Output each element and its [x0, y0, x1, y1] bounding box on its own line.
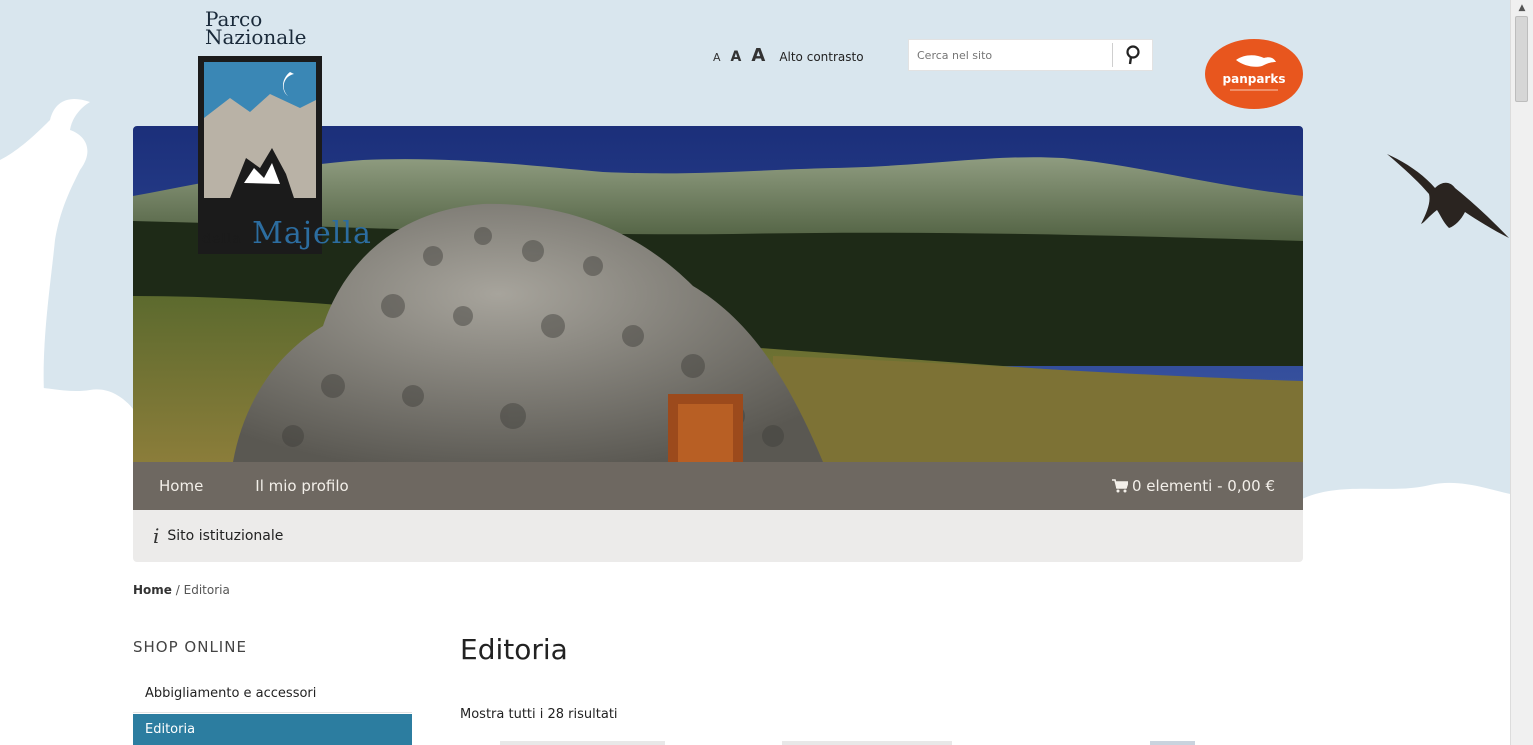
breadcrumb-separator: /	[175, 583, 180, 597]
search-button[interactable]	[1113, 40, 1152, 70]
logo-line-majella: Majella	[252, 216, 372, 251]
cart-icon	[1112, 479, 1128, 493]
search-box	[908, 39, 1153, 71]
high-contrast-link[interactable]: Alto contrasto	[779, 50, 863, 64]
info-icon: i	[153, 524, 160, 548]
logo-line-della: della	[202, 231, 242, 247]
product-thumb-edge	[782, 741, 952, 745]
logo-line-nazionale: Nazionale	[205, 25, 307, 49]
page-background: A A A Alto contrasto panparks	[0, 0, 1533, 745]
logo-majella: della Majella	[202, 216, 372, 251]
product-thumb-edge	[1150, 741, 1195, 745]
font-size-small-button[interactable]: A	[713, 51, 721, 64]
logo-title: Parco Nazionale	[205, 9, 307, 49]
font-size-controls: A A A Alto contrasto	[713, 45, 864, 69]
font-size-large-button[interactable]: A	[751, 45, 765, 66]
sidebar-item-editoria[interactable]: Editoria	[133, 714, 412, 745]
breadcrumb-current: Editoria	[183, 583, 230, 597]
search-icon	[1126, 45, 1140, 65]
sidebar-title: SHOP ONLINE	[133, 638, 247, 656]
main-navbar: Home Il mio profilo 0 elementi - 0,00 €	[133, 462, 1303, 510]
page-scrollbar[interactable]: ▲	[1510, 0, 1533, 745]
chamois-silhouette	[0, 99, 140, 510]
result-count: Mostra tutti i 28 risultati	[460, 707, 618, 722]
eagle-icon	[1387, 154, 1509, 238]
breadcrumb: Home / Editoria	[133, 583, 230, 597]
scrollbar-thumb[interactable]	[1515, 16, 1528, 102]
institutional-site-link[interactable]: Sito istituzionale	[167, 528, 283, 544]
nav-my-profile[interactable]: Il mio profilo	[229, 462, 374, 510]
product-thumb-edge	[500, 741, 665, 745]
cloud-right	[1300, 482, 1515, 530]
cart-summary[interactable]: 0 elementi - 0,00 €	[1112, 477, 1275, 495]
scroll-up-arrow-icon[interactable]: ▲	[1516, 2, 1528, 14]
sidebar-item-abbigliamento[interactable]: Abbigliamento e accessori	[133, 675, 412, 713]
font-size-medium-button[interactable]: A	[731, 49, 742, 65]
panparks-logo[interactable]: panparks	[1204, 38, 1304, 110]
nav-home[interactable]: Home	[133, 462, 229, 510]
cart-label: 0 elementi - 0,00 €	[1132, 477, 1275, 495]
sub-navbar: i Sito istituzionale	[133, 510, 1303, 562]
search-input[interactable]	[909, 40, 1113, 70]
breadcrumb-home[interactable]: Home	[133, 583, 172, 597]
page-title: Editoria	[460, 633, 568, 666]
panparks-wordmark: panparks	[1223, 72, 1286, 86]
